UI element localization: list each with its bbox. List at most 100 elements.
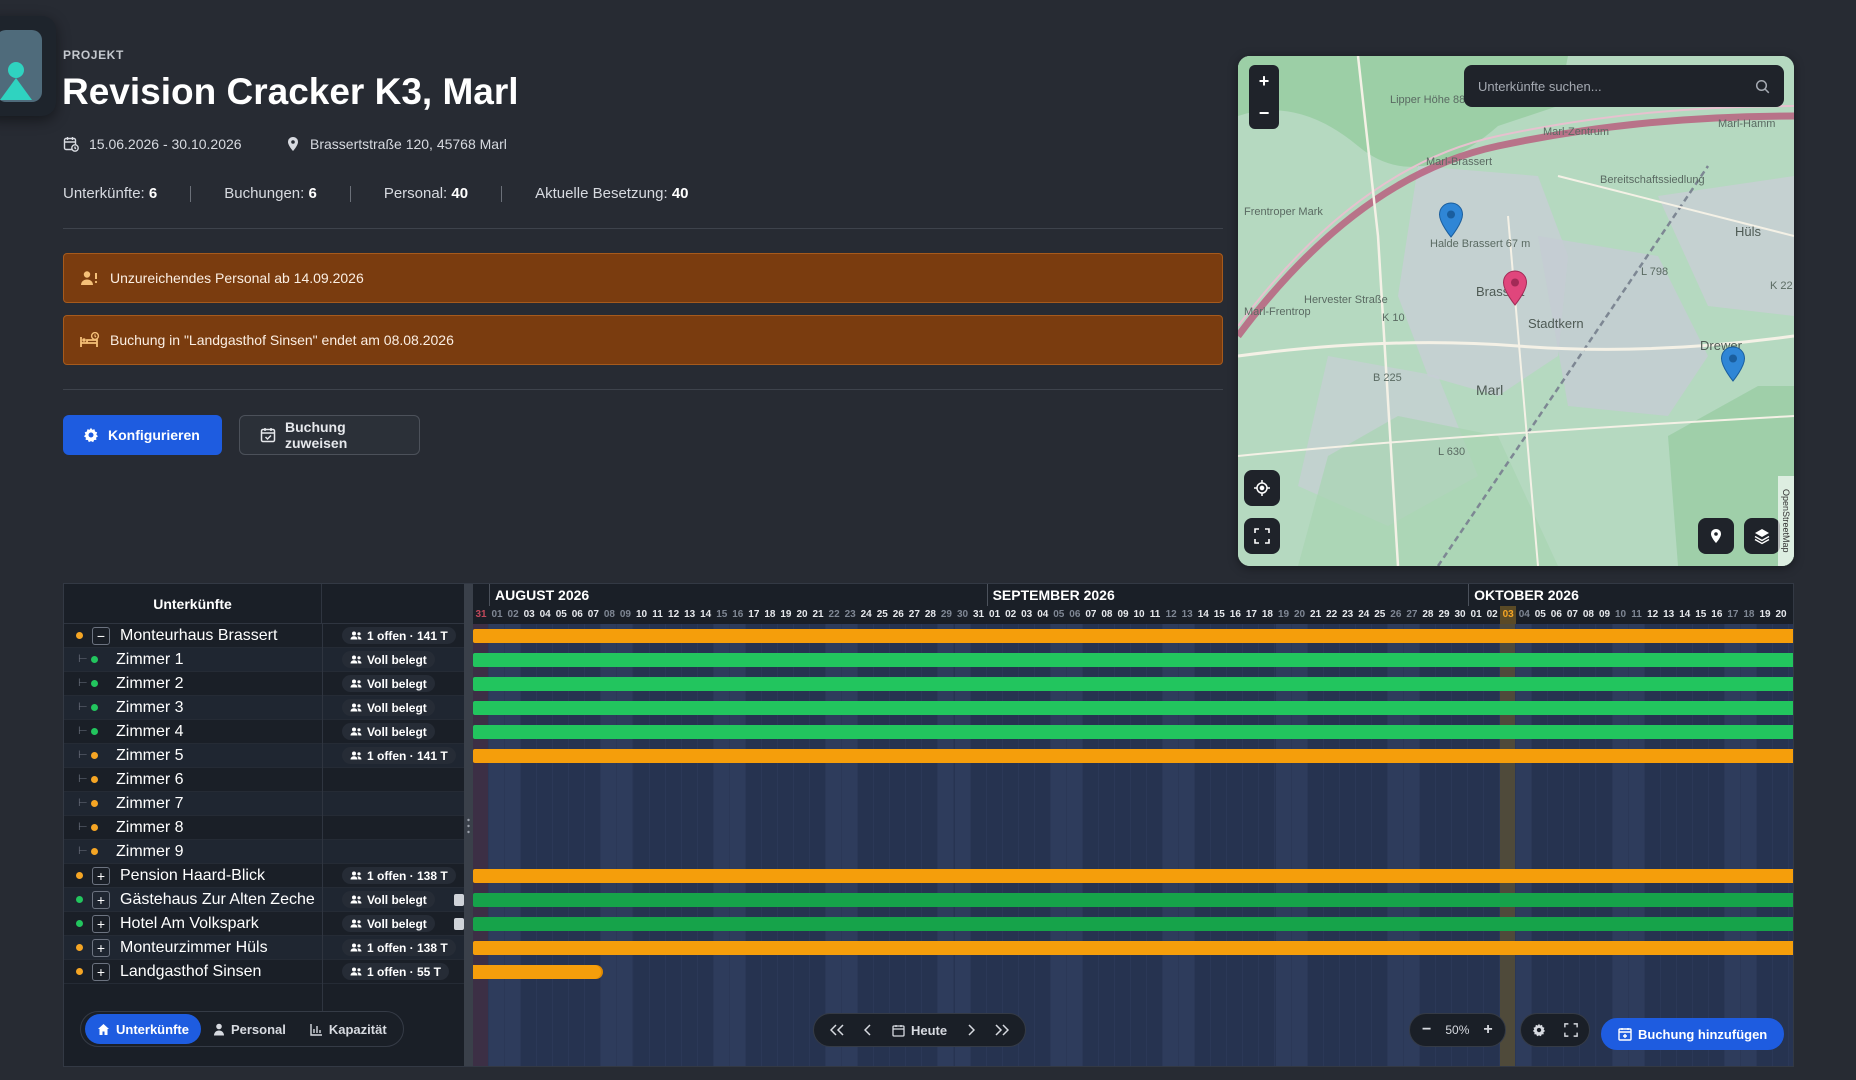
chevron-right-icon	[967, 1024, 976, 1036]
map-marker-blue-2[interactable]	[1720, 346, 1746, 387]
accommodation-row[interactable]: ⊢ Zimmer 6	[64, 768, 464, 792]
accommodation-row[interactable]: ⊢ Zimmer 4 Voll belegt	[64, 720, 464, 744]
add-booking-button[interactable]: Buchung hinzufügen	[1601, 1018, 1785, 1050]
booking-bar[interactable]	[473, 917, 1793, 931]
map-label: Marl-Brassert	[1426, 156, 1493, 168]
timeline-settings-button[interactable]	[1523, 1015, 1555, 1045]
expand-toggle[interactable]: +	[92, 891, 110, 909]
map-label: Hervester Straße	[1304, 294, 1388, 306]
day-label: 10	[1614, 609, 1627, 620]
today-button[interactable]: Heute	[884, 1015, 955, 1045]
map-layers-button[interactable]	[1744, 518, 1780, 554]
people-icon	[350, 655, 362, 664]
calendar-plus-icon	[1618, 1027, 1632, 1041]
occupancy-badge: Voll belegt	[342, 675, 435, 692]
day-label: 10	[1133, 609, 1145, 620]
month-label: OKTOBER 2026	[1468, 584, 1793, 606]
map-pin-button[interactable]	[1698, 518, 1734, 554]
tab-capacity[interactable]: Kapazität	[298, 1014, 399, 1044]
timeline-zoom-out-button[interactable]: −	[1414, 1015, 1439, 1045]
booking-bar[interactable]	[473, 701, 1793, 715]
accommodation-name: Zimmer 7	[116, 795, 184, 812]
expand-toggle[interactable]: +	[92, 963, 110, 981]
day-label: 17	[1727, 609, 1739, 620]
map-attribution[interactable]: OpenStreetMap	[1778, 476, 1794, 566]
booking-bar[interactable]	[473, 653, 1793, 667]
alert-booking-ending[interactable]: Buchung in "Landgasthof Sinsen" endet am…	[63, 315, 1223, 365]
expand-toggle[interactable]: +	[92, 939, 110, 957]
day-label: 27	[908, 609, 920, 620]
map-fullscreen-button[interactable]	[1244, 518, 1280, 554]
map-marker-blue-1[interactable]	[1438, 202, 1464, 243]
booking-bar[interactable]	[473, 629, 1793, 643]
timeline-zoom-in-button[interactable]: +	[1475, 1015, 1500, 1045]
map-search-input[interactable]	[1478, 78, 1738, 94]
accommodation-row[interactable]: + Hotel Am Volkspark Voll belegt	[64, 912, 464, 936]
assign-booking-button[interactable]: Buchung zuweisen	[239, 415, 420, 455]
project-dates: 15.06.2026 - 30.10.2026	[63, 136, 242, 152]
day-label: 15	[1695, 609, 1707, 620]
day-label: 19	[780, 609, 792, 620]
accommodation-row[interactable]: + Monteurzimmer Hüls 1 offen · 138 T	[64, 936, 464, 960]
accommodation-row[interactable]: + Pension Haard-Blick 1 offen · 138 T	[64, 864, 464, 888]
alert-staff-shortage[interactable]: Unzureichendes Personal ab 14.09.2026	[63, 253, 1223, 303]
zoom-out-button[interactable]: −	[1249, 97, 1279, 129]
map-tiles[interactable]	[1238, 56, 1794, 566]
day-label: 22	[828, 609, 840, 620]
next-button[interactable]	[959, 1015, 983, 1045]
collapse-toggle[interactable]: −	[92, 627, 110, 645]
booking-bar[interactable]	[473, 893, 1793, 907]
accommodation-row[interactable]: ⊢ Zimmer 5 1 offen · 141 T	[64, 744, 464, 768]
locate-button[interactable]	[1244, 470, 1280, 506]
day-label: 18	[764, 609, 776, 620]
tab-accommodations[interactable]: Unterkünfte	[85, 1014, 201, 1044]
accommodation-row[interactable]: + Gästehaus Zur Alten Zeche Voll belegt	[64, 888, 464, 912]
day-label: 02	[1486, 609, 1498, 620]
jump-forward-button[interactable]	[987, 1015, 1017, 1045]
accommodation-row[interactable]: ⊢ Zimmer 9	[64, 840, 464, 864]
occupancy-badge: Voll belegt	[342, 891, 435, 908]
day-label: 07	[1566, 609, 1578, 620]
jump-back-button[interactable]	[822, 1015, 852, 1045]
accommodation-row[interactable]: ⊢ Zimmer 8	[64, 816, 464, 840]
accommodation-row[interactable]: + Landgasthof Sinsen 1 offen · 55 T	[64, 960, 464, 984]
previous-button[interactable]	[856, 1015, 880, 1045]
booking-bar[interactable]	[473, 725, 1793, 739]
booking-bar[interactable]	[473, 965, 602, 979]
panel-resize-handle[interactable]	[464, 584, 473, 1066]
map-marker-pink[interactable]	[1502, 270, 1528, 311]
app-logo[interactable]	[0, 16, 56, 116]
project-date-range: 15.06.2026 - 30.10.2026	[89, 136, 242, 152]
timeline-months: AUGUST 2026 SEPTEMBER 2026 OKTOBER 2026	[473, 584, 1793, 606]
tab-staff[interactable]: Personal	[201, 1014, 298, 1044]
search-icon[interactable]	[1755, 79, 1770, 94]
zoom-in-button[interactable]: +	[1249, 65, 1279, 97]
occupancy-badge: 1 offen · 141 T	[342, 627, 456, 644]
tab-label: Unterkünfte	[116, 1021, 189, 1037]
day-label: 03	[523, 609, 535, 620]
document-icon[interactable]	[454, 894, 464, 906]
timeline-tools	[1520, 1013, 1590, 1047]
timeline-fullscreen-button[interactable]	[1555, 1015, 1587, 1045]
accommodation-row[interactable]: ⊢ Zimmer 3 Voll belegt	[64, 696, 464, 720]
document-icon[interactable]	[454, 918, 464, 930]
configure-button[interactable]: Konfigurieren	[63, 415, 222, 455]
accommodation-row[interactable]: ⊢ Zimmer 7	[64, 792, 464, 816]
expand-toggle[interactable]: +	[92, 915, 110, 933]
booking-bar[interactable]	[473, 941, 1793, 955]
booking-bar[interactable]	[473, 869, 1793, 883]
accommodation-row[interactable]: ⊢ Zimmer 2 Voll belegt	[64, 672, 464, 696]
expand-toggle[interactable]: +	[92, 867, 110, 885]
timeline[interactable]: AUGUST 2026 SEPTEMBER 2026 OKTOBER 2026 31…	[473, 584, 1793, 1066]
day-label: 31	[972, 609, 985, 620]
accommodation-name: Zimmer 5	[116, 747, 184, 764]
accommodation-row[interactable]: ⊢ Zimmer 1 Voll belegt	[64, 648, 464, 672]
accommodation-row[interactable]: − Monteurhaus Brassert 1 offen · 141 T	[64, 624, 464, 648]
day-label: 14	[1197, 609, 1209, 620]
timeline-grid[interactable]	[473, 624, 1793, 1066]
map-label: K 22	[1770, 280, 1793, 292]
booking-bar[interactable]	[473, 677, 1793, 691]
people-icon	[350, 679, 362, 688]
booking-bar[interactable]	[473, 749, 1793, 763]
map-panel[interactable]: Lipper Höhe 88 m Marl-Brassert Marl-Zent…	[1238, 56, 1794, 566]
